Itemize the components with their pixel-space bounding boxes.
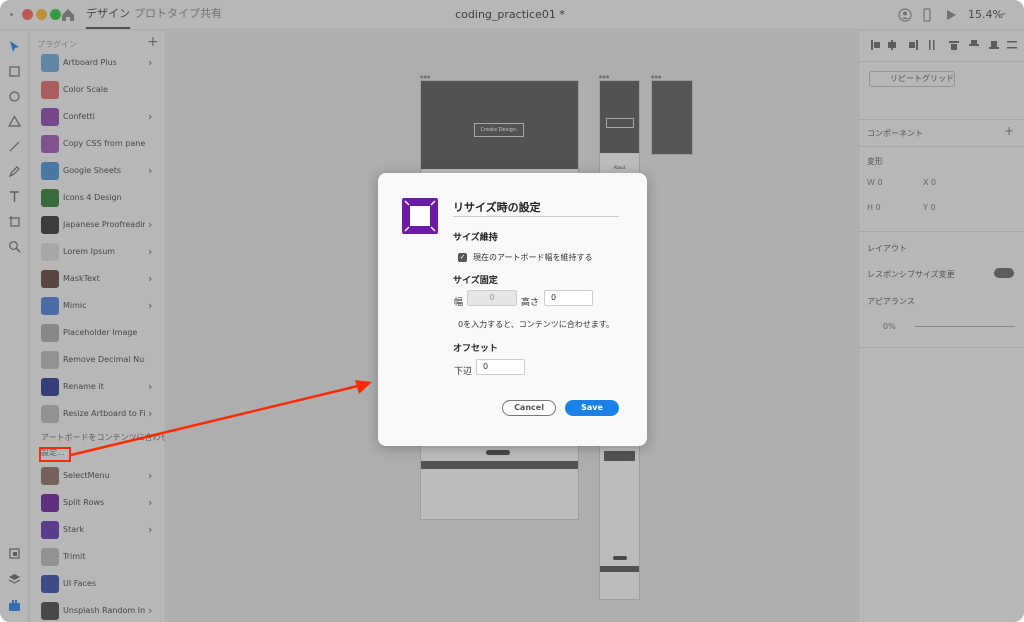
height-input[interactable]: 0 — [544, 290, 593, 306]
dialog-title: リサイズ時の設定 — [453, 201, 541, 214]
height-label: 高さ — [521, 298, 540, 308]
fixed-size-heading: サイズ固定 — [453, 276, 498, 286]
keep-width-label: 現在のアートボード幅を維持する — [473, 253, 593, 262]
offset-heading: オフセット — [453, 344, 499, 354]
resize-artboard-icon — [402, 198, 438, 234]
resize-settings-dialog: リサイズ時の設定 サイズ維持 ✓ 現在のアートボード幅を維持する サイズ固定 幅… — [378, 173, 647, 446]
cancel-button[interactable]: Cancel — [502, 400, 556, 416]
save-button[interactable]: Save — [565, 400, 619, 416]
bottom-offset-label: 下辺 — [454, 367, 473, 377]
keep-width-checkbox[interactable]: ✓ — [458, 253, 467, 262]
width-label: 幅 — [454, 298, 464, 308]
xd-window: デザイン プロトタイプ 共有 coding_practice01 * 15.4%… — [0, 0, 1024, 622]
keep-size-heading: サイズ維持 — [453, 233, 498, 243]
zero-fit-note: 0を入力すると、コンテンツに合わせます。 — [458, 320, 614, 329]
width-input[interactable]: 0 — [467, 290, 517, 306]
highlight-box — [39, 447, 71, 462]
dialog-divider — [453, 216, 619, 217]
bottom-offset-input[interactable]: 0 — [476, 359, 525, 375]
